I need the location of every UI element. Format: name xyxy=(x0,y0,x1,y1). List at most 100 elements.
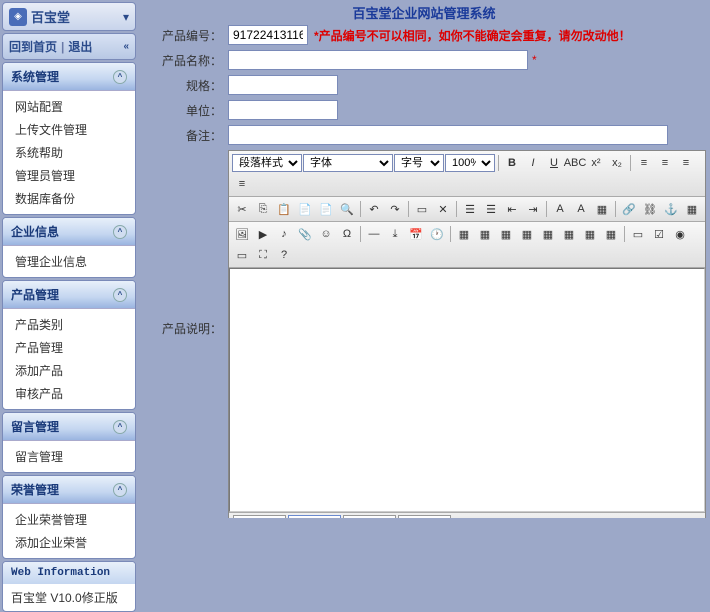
outdent-icon[interactable]: ⇤ xyxy=(502,199,522,219)
menu-item[interactable]: 企业荣誉管理 xyxy=(3,508,135,531)
nav-separator: | xyxy=(61,40,64,54)
menu-item[interactable]: 添加产品 xyxy=(3,359,135,382)
menu-item[interactable]: 留言管理 xyxy=(3,445,135,468)
delete-col-icon[interactable]: ▦ xyxy=(559,224,579,244)
info-footer: Web Information 百宝堂 V10.0修正版 xyxy=(2,561,136,612)
label-desc: 产品说明： xyxy=(142,150,228,337)
emoticon-icon[interactable]: ☺ xyxy=(316,224,336,244)
menu-item[interactable]: 网站配置 xyxy=(3,95,135,118)
collapse-icon[interactable]: ^ xyxy=(113,225,127,239)
copy-icon[interactable]: ⎘ xyxy=(253,199,273,219)
image-icon[interactable]: 🖼 xyxy=(232,224,252,244)
special-char-icon[interactable]: Ω xyxy=(337,224,357,244)
input-spec[interactable] xyxy=(228,75,338,95)
paste-text-icon[interactable]: 📄 xyxy=(295,199,315,219)
anchor-icon[interactable]: ⚓ xyxy=(661,199,681,219)
strike-icon[interactable]: ABC xyxy=(565,153,585,173)
menu-item[interactable]: 数据库备份 xyxy=(3,187,135,210)
bold-icon[interactable]: B xyxy=(502,153,522,173)
select-all-icon[interactable]: ▭ xyxy=(412,199,432,219)
radio-icon[interactable]: ◉ xyxy=(670,224,690,244)
time-icon[interactable]: 🕐 xyxy=(427,224,447,244)
link-icon[interactable]: 🔗 xyxy=(619,199,639,219)
brand-name: 百宝堂 xyxy=(31,7,70,26)
editor-content-area[interactable] xyxy=(229,268,705,512)
collapse-icon[interactable]: ^ xyxy=(113,70,127,84)
undo-icon[interactable]: ↶ xyxy=(364,199,384,219)
nav-home-link[interactable]: 回到首页 xyxy=(9,38,57,55)
label-spec: 规格： xyxy=(142,77,228,94)
menu-header-product[interactable]: 产品管理 ^ xyxy=(3,281,135,309)
indent-icon[interactable]: ⇥ xyxy=(523,199,543,219)
input-unit[interactable] xyxy=(228,100,338,120)
menu-header-system[interactable]: 系统管理 ^ xyxy=(3,63,135,91)
media-icon[interactable]: ♪ xyxy=(274,224,294,244)
date-icon[interactable]: 📅 xyxy=(406,224,426,244)
insert-col-icon[interactable]: ▦ xyxy=(538,224,558,244)
table-icon[interactable]: ▦ xyxy=(454,224,474,244)
backcolor-icon[interactable]: A xyxy=(571,199,591,219)
cut-icon[interactable]: ✂ xyxy=(232,199,252,219)
select-zoom[interactable]: 100% xyxy=(445,154,495,172)
align-center-icon[interactable]: ≡ xyxy=(655,153,675,173)
ordered-list-icon[interactable]: ☰ xyxy=(460,199,480,219)
pagebreak-icon[interactable]: ⤓ xyxy=(385,224,405,244)
select-font-family[interactable]: 字体 xyxy=(303,154,393,172)
redo-icon[interactable]: ↷ xyxy=(385,199,405,219)
forecolor-icon[interactable]: A xyxy=(550,199,570,219)
menu-item[interactable]: 产品类别 xyxy=(3,313,135,336)
delete-row-icon[interactable]: ▦ xyxy=(517,224,537,244)
hr-icon[interactable]: — xyxy=(364,224,384,244)
select-paragraph-style[interactable]: 段落样式 xyxy=(232,154,302,172)
input-product-name[interactable] xyxy=(228,50,528,70)
menu-item[interactable]: 系统帮助 xyxy=(3,141,135,164)
form-icon[interactable]: ▭ xyxy=(628,224,648,244)
menu-header-message[interactable]: 留言管理 ^ xyxy=(3,413,135,441)
superscript-icon[interactable]: x² xyxy=(586,153,606,173)
collapse-icon[interactable]: ^ xyxy=(113,420,127,434)
menu-item[interactable]: 添加企业荣誉 xyxy=(3,531,135,554)
split-cell-icon[interactable]: ▦ xyxy=(601,224,621,244)
insert-row-icon[interactable]: ▦ xyxy=(496,224,516,244)
subscript-icon[interactable]: x₂ xyxy=(607,153,627,173)
unlink-icon[interactable]: ⛓ xyxy=(640,199,660,219)
nav-logout-link[interactable]: 退出 xyxy=(68,38,92,55)
menu-item[interactable]: 管理企业信息 xyxy=(3,250,135,273)
find-icon[interactable]: 🔍 xyxy=(337,199,357,219)
align-left-icon[interactable]: ≡ xyxy=(634,153,654,173)
sidebar-toggle-icon[interactable]: ▾ xyxy=(123,10,129,24)
menu-header-honor[interactable]: 荣誉管理 ^ xyxy=(3,476,135,504)
input-product-code[interactable] xyxy=(228,25,308,45)
textfield-icon[interactable]: ▭ xyxy=(232,245,252,265)
input-remark[interactable] xyxy=(228,125,668,145)
file-icon[interactable]: 📎 xyxy=(295,224,315,244)
paste-word-icon[interactable]: 📄 xyxy=(316,199,336,219)
align-justify-icon[interactable]: ≡ xyxy=(232,174,252,194)
menu-header-company[interactable]: 企业信息 ^ xyxy=(3,218,135,246)
fullscreen-icon[interactable]: ⛶ xyxy=(253,245,273,265)
nav-collapse-icon[interactable]: « xyxy=(123,41,129,52)
menu-item[interactable]: 上传文件管理 xyxy=(3,118,135,141)
bg-icon[interactable]: ▦ xyxy=(592,199,612,219)
menu-item[interactable]: 管理员管理 xyxy=(3,164,135,187)
select-font-size[interactable]: 字号 xyxy=(394,154,444,172)
menu-item[interactable]: 审核产品 xyxy=(3,382,135,405)
merge-cell-icon[interactable]: ▦ xyxy=(580,224,600,244)
label-unit: 单位： xyxy=(142,102,228,119)
image-map-icon[interactable]: ▦ xyxy=(682,199,702,219)
align-right-icon[interactable]: ≡ xyxy=(676,153,696,173)
collapse-icon[interactable]: ^ xyxy=(113,483,127,497)
remove-format-icon[interactable]: ✕ xyxy=(433,199,453,219)
flash-icon[interactable]: ▶ xyxy=(253,224,273,244)
collapse-icon[interactable]: ^ xyxy=(113,288,127,302)
table-props-icon[interactable]: ▦ xyxy=(475,224,495,244)
help-icon[interactable]: ? xyxy=(274,245,294,265)
underline-icon[interactable]: U xyxy=(544,153,564,173)
italic-icon[interactable]: I xyxy=(523,153,543,173)
unordered-list-icon[interactable]: ☰ xyxy=(481,199,501,219)
editor-toolbar-1: 段落样式 字体 字号 100% B I U ABC x² x₂ ≡ ≡ xyxy=(229,151,705,197)
paste-icon[interactable]: 📋 xyxy=(274,199,294,219)
menu-item[interactable]: 产品管理 xyxy=(3,336,135,359)
checkbox-icon[interactable]: ☑ xyxy=(649,224,669,244)
menu-title: 企业信息 xyxy=(11,223,59,240)
